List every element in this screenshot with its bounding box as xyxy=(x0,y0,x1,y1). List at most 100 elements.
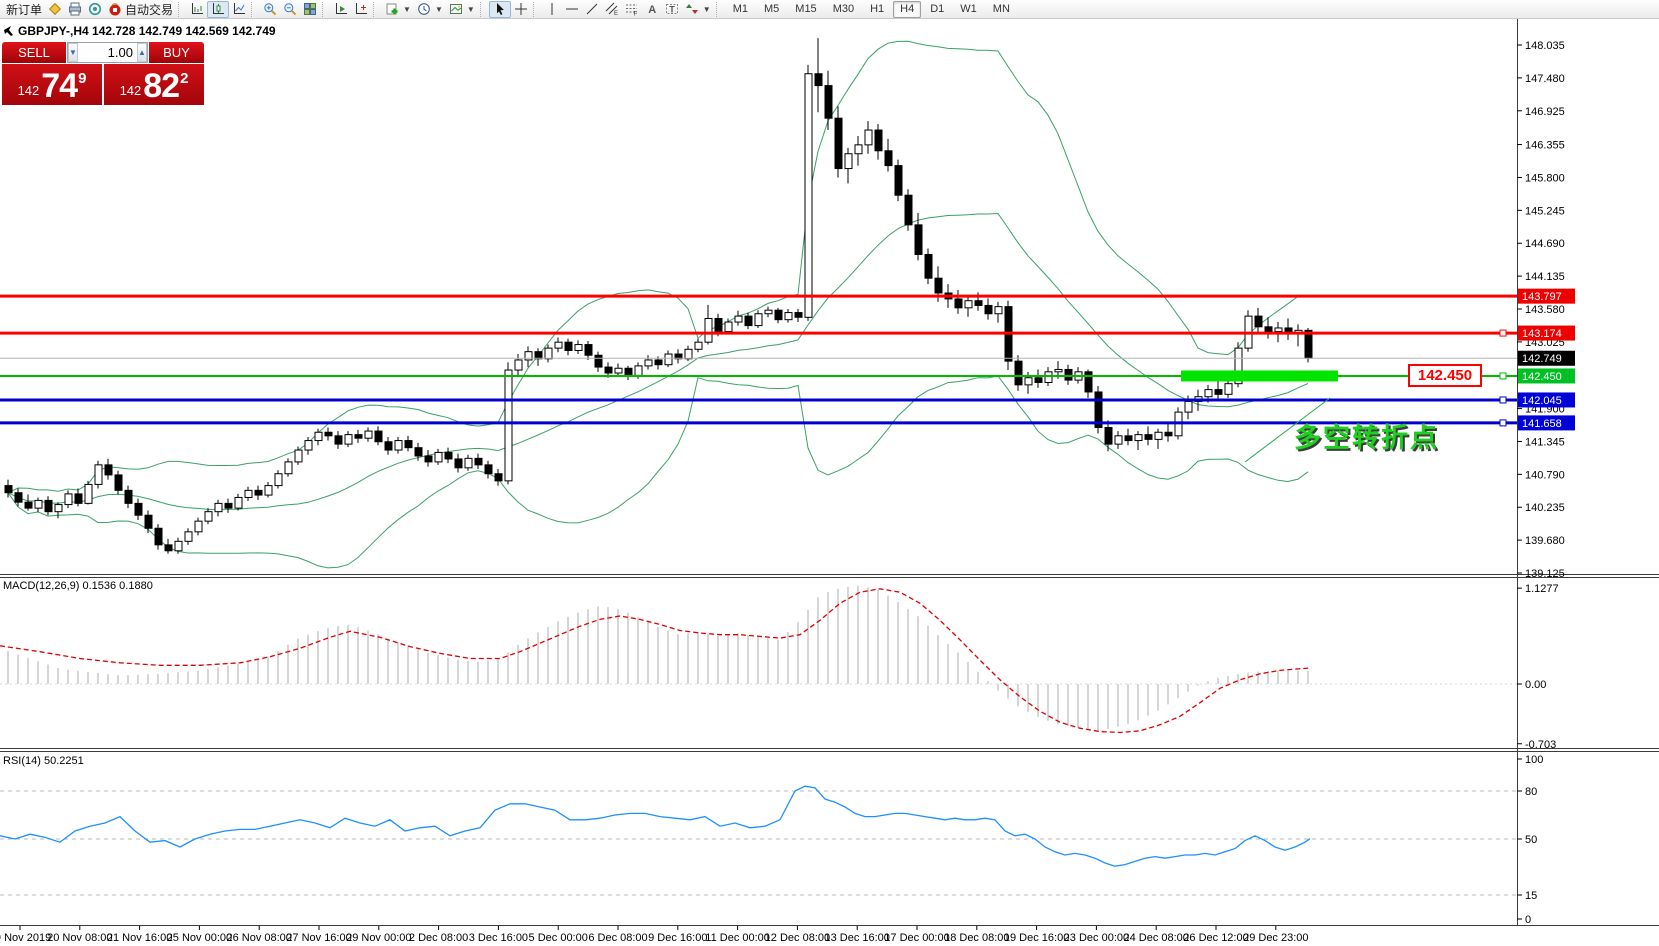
line-chart-icon xyxy=(232,2,246,16)
bear-candle-body xyxy=(975,301,982,306)
bull-candle-body xyxy=(55,505,62,512)
time-axis-label: 18 Dec 08:00 xyxy=(944,932,1009,944)
line-anchor-square[interactable] xyxy=(1500,330,1506,336)
signals-button[interactable] xyxy=(85,1,105,18)
line-anchor-square[interactable] xyxy=(1500,373,1506,379)
price-axis-label: 144.135 xyxy=(1525,271,1565,283)
horizontal-line-tool-button[interactable] xyxy=(562,1,582,18)
bull-candle-body xyxy=(195,521,202,532)
time-axis-label: 24 Dec 08:00 xyxy=(1123,932,1188,944)
toolbar-separator xyxy=(533,2,540,17)
macd-indicator-label: MACD(12,26,9) 0.1536 0.1880 xyxy=(3,580,153,592)
bear-candle-body xyxy=(835,118,842,168)
zoom-in-button[interactable] xyxy=(260,1,280,18)
timeframe-button-H1[interactable]: H1 xyxy=(863,1,891,18)
template-button[interactable]: ▼ xyxy=(446,1,478,18)
buy-button[interactable]: BUY xyxy=(149,42,204,63)
fibonacci-tool-button[interactable]: F xyxy=(622,1,642,18)
dropdown-caret-icon: ▼ xyxy=(703,5,711,14)
time-axis-label: 29 Nov 00:00 xyxy=(346,932,411,944)
price-axis: 148.035147.480146.925146.355145.800145.2… xyxy=(1517,40,1575,926)
chart-shift-button[interactable] xyxy=(351,1,371,18)
bear-candle-body xyxy=(1215,390,1222,395)
bear-candle-body xyxy=(875,130,882,151)
tile-windows-button[interactable] xyxy=(300,1,320,18)
support-zone-rectangle[interactable] xyxy=(1181,370,1338,381)
sell-price-big: 74 xyxy=(41,68,77,104)
bear-candle-body xyxy=(895,166,902,196)
price-axis-label: 145.800 xyxy=(1525,172,1565,184)
auto-scroll-button[interactable] xyxy=(331,1,351,18)
sell-button[interactable]: SELL xyxy=(2,42,66,63)
timeframe-button-W1[interactable]: W1 xyxy=(953,1,984,18)
timeframe-button-M1[interactable]: M1 xyxy=(726,1,755,18)
vertical-line-tool-button[interactable] xyxy=(542,1,562,18)
fibonacci-icon: F xyxy=(625,2,639,16)
bear-candle-body xyxy=(145,515,152,528)
bear-candle-body xyxy=(405,441,412,448)
one-click-trading-panel: SELL ▼ ▲ BUY 142 74 9 142 82 2 xyxy=(2,42,204,105)
timeframe-button-H4[interactable]: H4 xyxy=(893,1,921,18)
bull-candle-body xyxy=(805,74,812,318)
bear-candle-body xyxy=(415,448,422,456)
bull-candle-body xyxy=(685,349,692,358)
bull-candle-body xyxy=(285,462,292,474)
bear-candle-body xyxy=(715,318,722,331)
zoom-out-button[interactable] xyxy=(280,1,300,18)
buy-price-big: 82 xyxy=(143,68,179,104)
sell-quote-button[interactable]: 142 74 9 xyxy=(2,64,102,105)
add-indicator-button[interactable]: ▼ xyxy=(382,1,414,18)
volume-input[interactable] xyxy=(78,43,137,62)
timeframe-button-M30[interactable]: M30 xyxy=(826,1,861,18)
cursor-tool-button[interactable] xyxy=(489,1,511,18)
price-badge-label: 143.797 xyxy=(1522,291,1562,303)
dropdown-caret-icon: ▼ xyxy=(467,5,475,14)
price-axis-label: 146.355 xyxy=(1525,140,1565,152)
bull-candle-body xyxy=(855,145,862,154)
new-order-label: 新订单 xyxy=(6,1,42,18)
line-anchor-square[interactable] xyxy=(1500,397,1506,403)
bear-candle-body xyxy=(815,74,822,86)
time-axis-label: 20 Nov 08:00 xyxy=(47,932,112,944)
channel-tool-button[interactable]: E xyxy=(602,1,622,18)
bar-chart-button[interactable] xyxy=(187,1,207,18)
timeframe-button-M15[interactable]: M15 xyxy=(788,1,823,18)
timeframe-button-M5[interactable]: M5 xyxy=(757,1,786,18)
trendline-tool-button[interactable] xyxy=(582,1,602,18)
candlestick-chart-button[interactable] xyxy=(207,1,229,18)
timeframe-button-D1[interactable]: D1 xyxy=(923,1,951,18)
auto-trading-button[interactable]: 自动交易 xyxy=(105,1,176,18)
price-axis-label: 140.235 xyxy=(1525,502,1565,514)
bull-candle-body xyxy=(35,500,42,508)
chart-canvas[interactable]: 148.035147.480146.925146.355145.800145.2… xyxy=(0,0,1659,946)
price-badge-label: 141.658 xyxy=(1522,418,1562,430)
timeframe-button-MN[interactable]: MN xyxy=(986,1,1017,18)
price-axis-label: 148.035 xyxy=(1525,40,1565,52)
rsi-line xyxy=(0,786,1310,866)
crosshair-tool-button[interactable] xyxy=(511,1,531,18)
sell-price-prefix: 142 xyxy=(18,83,40,98)
time-axis-label: 12 Dec 08:00 xyxy=(765,932,830,944)
bull-candle-body xyxy=(1135,435,1142,441)
bear-candle-body xyxy=(935,278,942,293)
bull-candle-body xyxy=(1185,401,1192,412)
bull-candle-body xyxy=(275,474,282,486)
text-tool-button[interactable]: A xyxy=(642,1,662,18)
period-button[interactable]: ▼ xyxy=(414,1,446,18)
market-watch-button[interactable] xyxy=(45,1,65,18)
new-order-button[interactable]: 新订单 xyxy=(3,1,45,18)
line-chart-button[interactable] xyxy=(229,1,249,18)
print-button[interactable] xyxy=(65,1,85,18)
time-axis-label: 5 Dec 00:00 xyxy=(529,932,588,944)
volume-increase-button[interactable]: ▲ xyxy=(137,43,147,62)
volume-decrease-button[interactable]: ▼ xyxy=(68,43,78,62)
price-level-label-box[interactable]: 142.450 xyxy=(1408,364,1482,387)
buy-quote-button[interactable]: 142 82 2 xyxy=(104,64,204,105)
arrows-tool-button[interactable]: ▼ xyxy=(682,1,714,18)
text-label-tool-button[interactable]: T xyxy=(662,1,682,18)
bear-candle-body xyxy=(1255,316,1262,327)
bear-candle-body xyxy=(625,368,632,375)
bull-candle-body xyxy=(465,458,472,467)
line-anchor-square[interactable] xyxy=(1500,420,1506,426)
text-label-icon: T xyxy=(665,2,679,16)
